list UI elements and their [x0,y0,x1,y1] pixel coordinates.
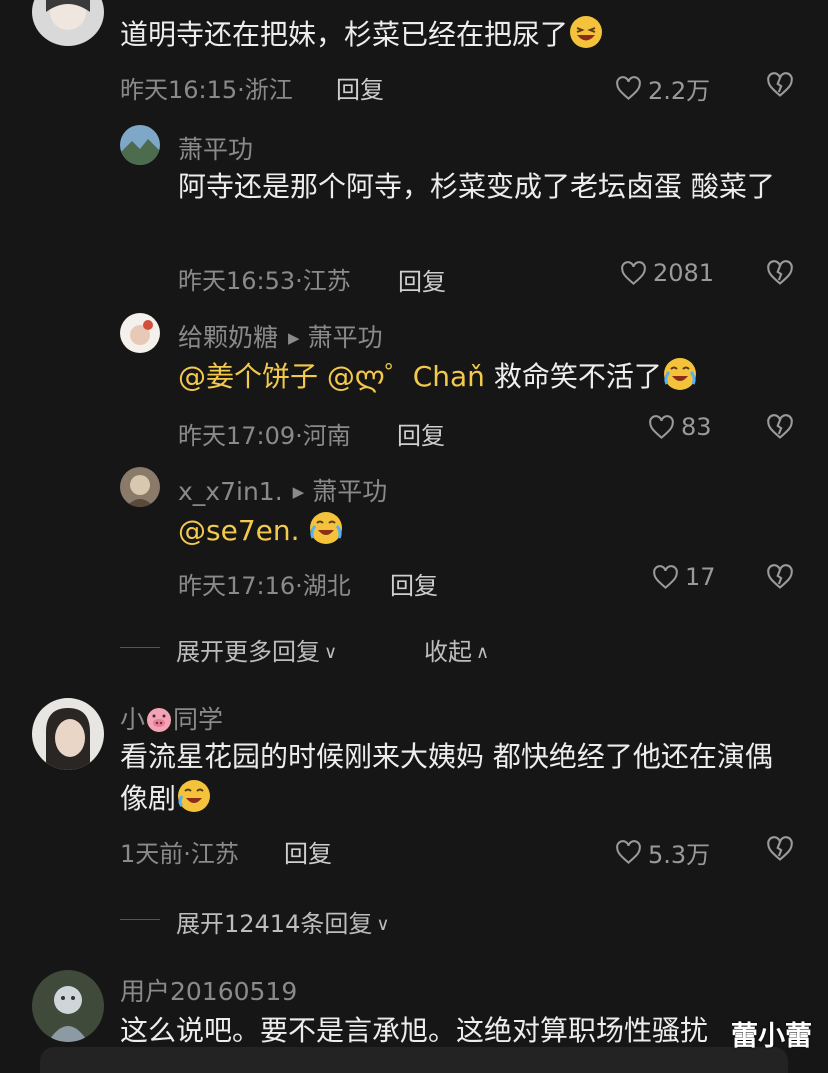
broken-heart-icon[interactable] [766,563,794,591]
heart-outline-icon [653,564,678,589]
like-button[interactable]: 17 [652,563,716,591]
avatar[interactable] [32,970,104,1042]
chevron-down-icon: ∨ [324,642,338,663]
pig-face-emoji [147,708,172,732]
reply-to-user[interactable]: 萧平功 [308,323,383,352]
avatar[interactable] [120,313,160,353]
comment-text: 阿寺还是那个阿寺，杉菜变成了老坛卤蛋 酸菜了 [178,170,775,203]
username[interactable]: 给颗奶糖 ▶ 萧平功 [178,318,383,354]
comment-text: 道明寺还在把妹，杉菜已经在把尿了 [120,14,604,56]
reply-button[interactable]: 回复 [284,834,332,869]
comment-text: 这么说吧。要不是言承旭。这绝对算职场性骚扰 [120,1014,709,1047]
broken-heart-icon[interactable] [766,413,794,441]
play-triangle-icon: ▶ [292,483,305,501]
chevron-down-icon: ∨ [376,914,390,935]
mention[interactable]: @姜个饼子 [178,360,318,393]
reply-button[interactable]: 回复 [397,416,445,451]
comment-time-location: 1天前·江苏 [120,840,239,868]
comment-time-location: 昨天17:09·河南 [178,422,351,450]
like-button[interactable]: 2.2万 [615,71,710,106]
mention[interactable]: @se7en. [178,514,300,547]
laughing-emoji [178,780,211,812]
username[interactable]: 萧平功 [178,130,253,166]
like-button[interactable]: 5.3万 [615,835,710,870]
heart-outline-icon [616,840,641,864]
like-count: 17 [685,563,716,591]
avatar[interactable] [120,467,160,507]
like-button[interactable]: 2081 [620,259,714,287]
like-count: 83 [681,413,712,441]
heart-outline-icon [649,414,674,439]
broken-heart-icon[interactable] [766,259,794,287]
crying-laughing-emoji [663,358,696,390]
avatar[interactable] [32,698,104,770]
collapse-replies[interactable]: 收起 ∧ [424,632,489,667]
comment-text: @se7en. [178,510,344,552]
username[interactable]: 用户20160519 [120,972,297,1008]
like-count: 5.3万 [648,841,711,869]
broken-heart-icon[interactable] [766,71,794,99]
laughing-emoji [570,16,603,48]
reply-to-user[interactable]: 萧平功 [312,477,387,506]
comment-input-bar[interactable] [40,1047,788,1073]
watermark: 蕾小蕾 [731,1021,812,1052]
comment-time-location: 昨天16:15·浙江 [120,76,293,104]
divider [120,647,160,648]
comment-text: @姜个饼子 @ლ゜Chaň 救命笑不活了 [178,356,698,398]
chevron-up-icon: ∧ [476,642,490,663]
like-count: 2.2万 [648,77,711,105]
play-triangle-icon: ▶ [288,329,300,347]
expand-replies-count[interactable]: 展开12414条回复 ∨ [176,904,390,939]
reply-button[interactable]: 回复 [390,566,438,601]
comment-time-location: 昨天17:16·湖北 [178,572,351,600]
username[interactable]: x_x7in1. ▶ 萧平功 [178,472,387,508]
username[interactable]: 小同学 [120,700,223,736]
divider [120,919,160,920]
mention[interactable]: @ლ゜Chaň [327,360,485,393]
like-button[interactable]: 83 [648,413,712,441]
heart-outline-icon [621,260,646,285]
crying-laughing-emoji [310,512,343,544]
avatar[interactable] [32,0,104,46]
comment-text: 看流星花园的时候刚来大姨妈 都快绝经了他还在演偶像剧 [120,740,773,815]
heart-outline-icon [616,76,641,100]
like-count: 2081 [653,259,715,287]
expand-more-replies[interactable]: 展开更多回复 ∨ [176,632,337,667]
comment-time-location: 昨天16:53·江苏 [178,267,351,295]
avatar[interactable] [120,125,160,165]
reply-button[interactable]: 回复 [336,70,384,105]
reply-button[interactable]: 回复 [398,262,446,297]
broken-heart-icon[interactable] [766,835,794,863]
